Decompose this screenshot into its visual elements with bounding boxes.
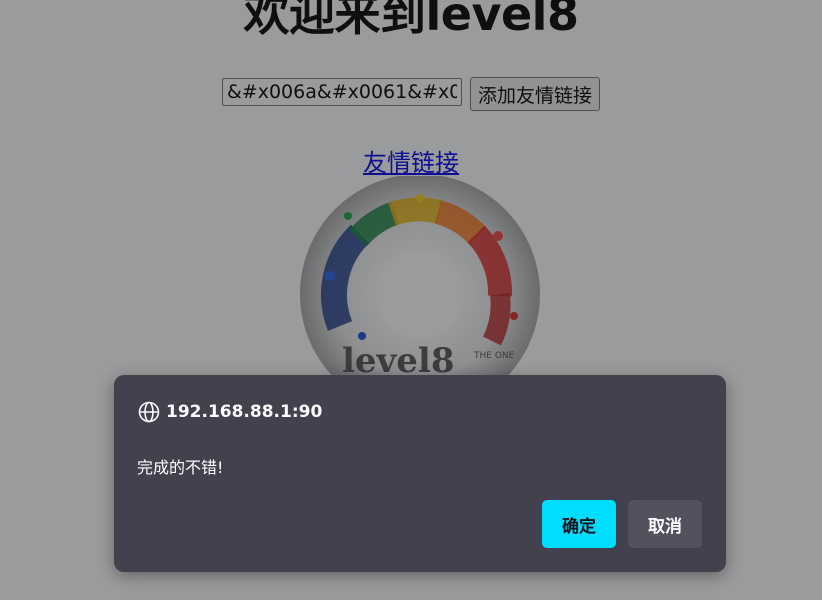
- alert-dialog: 192.168.88.1:90 完成的不错! 确定 取消: [114, 375, 726, 572]
- confirm-button[interactable]: 确定: [542, 500, 616, 548]
- dialog-origin: 192.168.88.1:90: [166, 402, 323, 422]
- globe-icon: [138, 401, 160, 423]
- dialog-message: 完成的不错!: [137, 458, 224, 477]
- cancel-button[interactable]: 取消: [628, 500, 702, 548]
- dialog-header: 192.168.88.1:90: [138, 401, 322, 423]
- dialog-buttons: 确定 取消: [542, 500, 702, 548]
